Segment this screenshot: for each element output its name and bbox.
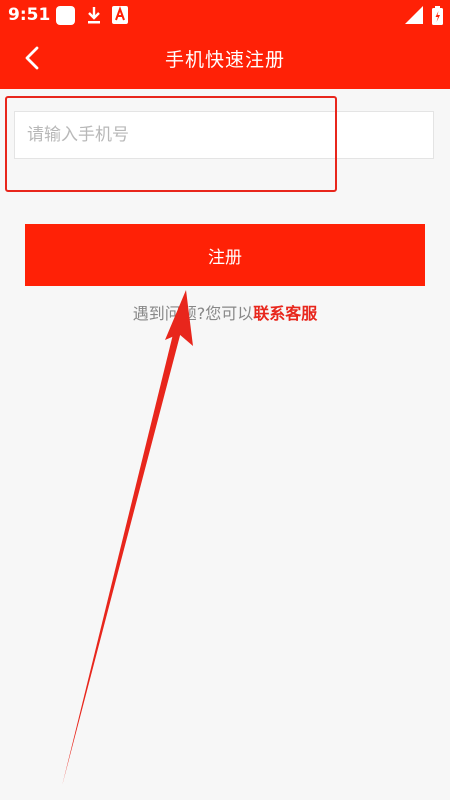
status-bar: 9:51 — [0, 0, 450, 31]
back-button[interactable] — [14, 43, 50, 77]
register-button[interactable]: 注册 — [25, 224, 425, 286]
phone-input[interactable] — [14, 111, 434, 159]
help-text: 遇到问题?您可以 — [132, 304, 254, 323]
status-time: 9:51 — [8, 5, 51, 25]
app-a-icon — [112, 6, 128, 24]
square-app-icon — [56, 6, 75, 25]
page-title: 手机快速注册 — [164, 49, 285, 71]
signal-icon — [405, 6, 423, 24]
contact-support-link[interactable]: 联系客服 — [253, 304, 317, 323]
help-line: 遇到问题?您可以联系客服 — [0, 300, 450, 324]
battery-icon — [432, 6, 443, 25]
chevron-left-icon — [24, 46, 40, 74]
download-icon — [86, 6, 102, 24]
app-bar: 手机快速注册 — [0, 31, 450, 89]
